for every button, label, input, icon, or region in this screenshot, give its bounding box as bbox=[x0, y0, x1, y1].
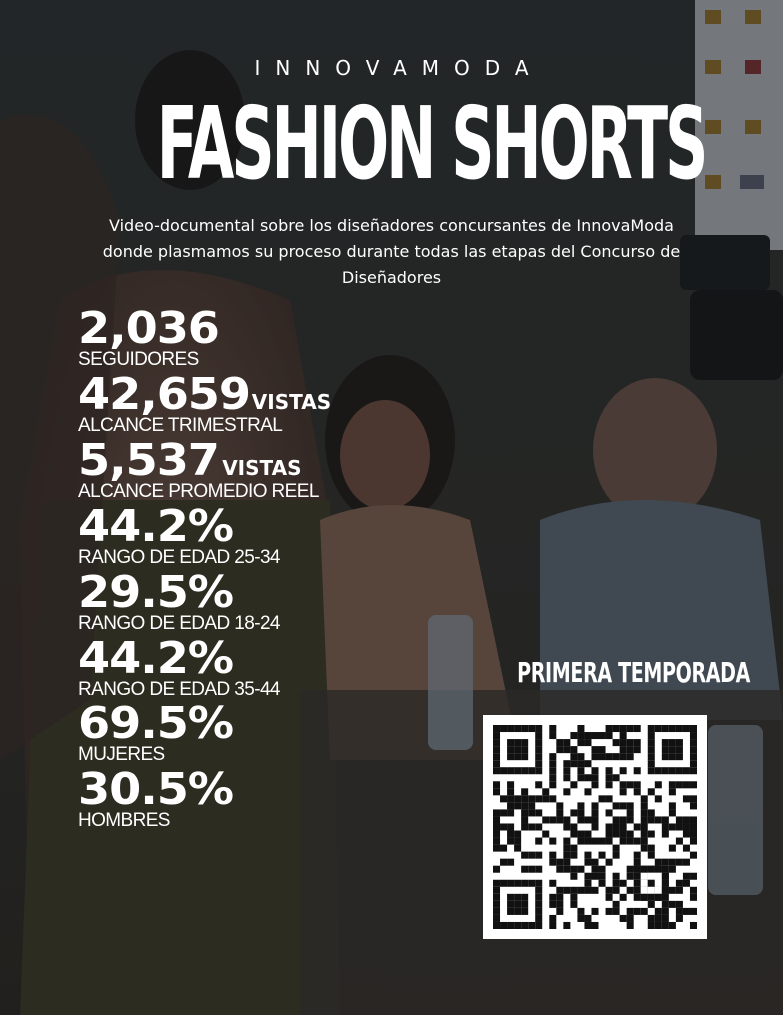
stat-item: 2,036 SEGUIDORES bbox=[78, 306, 438, 370]
stat-unit: VISTAS bbox=[251, 390, 332, 414]
stat-value: 5,537 bbox=[78, 435, 220, 486]
stat-unit: VISTAS bbox=[222, 456, 302, 480]
stat-value-row: 30.5% bbox=[78, 767, 438, 813]
stat-value-row: 29.5% bbox=[78, 570, 438, 616]
stat-item: 29.5% RANGO DE EDAD 18-24 bbox=[78, 570, 438, 634]
stat-value: 2,036 bbox=[78, 303, 220, 354]
description: Video-documental sobre los diseñadores c… bbox=[102, 216, 681, 287]
stat-value: 29.5% bbox=[78, 567, 234, 618]
qr-code[interactable] bbox=[483, 715, 707, 939]
stat-value: 30.5% bbox=[78, 764, 234, 815]
brand-name: INNOVAMODA bbox=[254, 56, 544, 80]
season-label: PRIMERA TEMPORADA bbox=[517, 656, 751, 689]
stat-item: 44.2% RANGO DE EDAD 25-34 bbox=[78, 504, 438, 568]
stat-value-row: 2,036 bbox=[78, 306, 438, 352]
stat-value: 42,659 bbox=[78, 369, 251, 420]
stat-item: 30.5% HOMBRES bbox=[78, 767, 438, 831]
stat-value: 44.2% bbox=[78, 633, 234, 684]
stat-value: 44.2% bbox=[78, 501, 234, 552]
page-title: FASHION SHORTS bbox=[156, 85, 708, 202]
stat-item: 44.2% RANGO DE EDAD 35-44 bbox=[78, 636, 438, 700]
stat-value-row: 69.5% bbox=[78, 701, 438, 747]
qr-code-image bbox=[493, 725, 697, 929]
stat-value-row: 44.2% bbox=[78, 504, 438, 550]
stat-value-row: 44.2% bbox=[78, 636, 438, 682]
stat-item: 5,537 VISTAS ALCANCE PROMEDIO REEL bbox=[78, 438, 438, 502]
stat-item: 69.5% MUJERES bbox=[78, 701, 438, 765]
stat-value-row: 42,659VISTAS bbox=[78, 372, 438, 418]
stat-value-row: 5,537 VISTAS bbox=[78, 438, 438, 484]
stat-item: 42,659VISTAS ALCANCE TRIMESTRAL bbox=[78, 372, 438, 436]
stats-list: 2,036 SEGUIDORES 42,659VISTAS ALCANCE TRIME… bbox=[78, 306, 438, 833]
stat-value: 69.5% bbox=[78, 698, 234, 749]
